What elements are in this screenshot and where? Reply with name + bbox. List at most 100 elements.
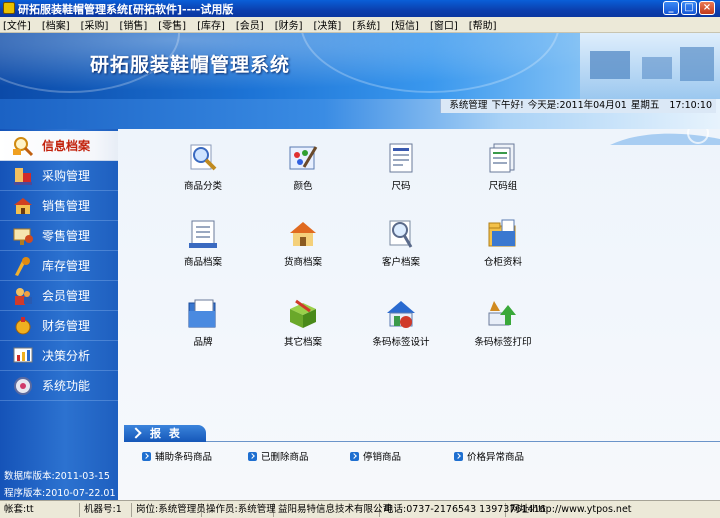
sidebar-item-inventory[interactable]: 库存管理: [0, 251, 118, 281]
menu-sales[interactable]: [销售]: [119, 17, 147, 32]
sidebar-item-label: 库存管理: [42, 259, 91, 273]
arrow-bullet-icon: [142, 451, 151, 461]
sales-icon: [14, 197, 32, 214]
sidebar-item-system[interactable]: 系统功能: [0, 371, 118, 401]
divider: [206, 441, 720, 442]
arrow-bullet-icon: [350, 451, 359, 461]
arrow-bullet-icon: [248, 451, 257, 461]
db-version: 数据库版本:2011-03-15: [4, 471, 110, 482]
warehouse-folder-icon: [488, 219, 516, 247]
sidebar-item-info-archive[interactable]: 信息档案: [0, 131, 118, 161]
menu-archive[interactable]: [档案]: [42, 17, 70, 32]
today-date: 今天是:2011年04月01: [527, 100, 627, 111]
status-bar: 帐套:tt 机器号:1 岗位:系统管理员 操作员:系统管理 益阳易特信息技术有限…: [0, 500, 720, 518]
menu-sms[interactable]: [短信]: [391, 17, 419, 32]
sidebar-item-label: 信息档案: [42, 139, 91, 153]
supplier-icon: [290, 222, 316, 246]
tile-product-category[interactable]: 商品分类: [158, 141, 248, 192]
chevron-icon: [130, 427, 142, 439]
sidebar-item-purchase[interactable]: 采购管理: [0, 161, 118, 191]
menu-finance[interactable]: [财务]: [275, 17, 303, 32]
member-icon: [15, 287, 32, 305]
inventory-icon: [15, 256, 30, 276]
other-box-icon: [290, 299, 316, 328]
product-file-icon: [189, 220, 217, 248]
menu-member[interactable]: [会员]: [236, 17, 264, 32]
sidebar-item-label: 会员管理: [42, 289, 91, 303]
menu-file[interactable]: [文件]: [3, 17, 31, 32]
operator: 操作员:系统管理: [202, 502, 276, 517]
report-link-discontinued[interactable]: 停销商品: [350, 449, 401, 463]
tile-supplier-file[interactable]: 货商档案: [258, 217, 348, 268]
size-document-icon: [389, 143, 413, 173]
menu-system[interactable]: [系统]: [352, 17, 380, 32]
tile-brand[interactable]: 品牌: [158, 297, 248, 348]
sidebar-item-label: 零售管理: [42, 229, 91, 243]
tile-size[interactable]: 尺码: [356, 141, 446, 192]
menu-window[interactable]: [窗口]: [430, 17, 458, 32]
brand-folder-icon: [188, 299, 216, 328]
maximize-button[interactable]: □: [681, 1, 697, 15]
app-icon: [3, 2, 15, 14]
website: 网址:http://www.ytpos.net: [510, 503, 632, 515]
report-link-label: 停销商品: [363, 452, 402, 463]
tile-label: 其它档案: [283, 337, 322, 348]
tile-label: 品牌: [193, 337, 213, 348]
tile-other-file[interactable]: 其它档案: [258, 297, 348, 348]
system-icon: [14, 376, 32, 395]
tile-customer-file[interactable]: 客户档案: [356, 217, 446, 268]
title-bar: 研拓服装鞋帽管理系统[研拓软件]----试用版 _ □ ×: [0, 0, 720, 17]
menu-retail[interactable]: [零售]: [158, 17, 186, 32]
weekday: 星期五: [630, 100, 660, 111]
greeting: 下午好!: [491, 100, 524, 111]
decor-wave: [610, 129, 720, 145]
app-version: 程序版本:2010-07-22.01: [4, 488, 116, 499]
tile-warehouse-info[interactable]: 仓柜资料: [458, 217, 548, 268]
close-button[interactable]: ×: [699, 1, 715, 15]
sidebar-item-finance[interactable]: 财务管理: [0, 311, 118, 341]
finance-icon: [15, 316, 31, 334]
tile-label: 商品档案: [183, 257, 222, 268]
menu-decision[interactable]: [决策]: [314, 17, 342, 32]
report-link-deleted[interactable]: 已删除商品: [248, 449, 309, 463]
store-interior-image: [580, 33, 720, 99]
purchase-icon: [14, 167, 32, 185]
account-set: 帐套:tt: [0, 502, 80, 517]
menu-purchase[interactable]: [采购]: [81, 17, 109, 32]
color-palette-icon: [289, 146, 318, 170]
minimize-button[interactable]: _: [663, 1, 679, 15]
sidebar: 信息档案 采购管理 销售管理 零售管理 库存管理 会员管理 财务管理 决策分析 …: [0, 129, 118, 500]
company: 益阳易特信息技术有限公司: [274, 502, 392, 517]
post: 岗位:系统管理员: [132, 502, 206, 517]
store-shelf: [680, 47, 714, 81]
tile-size-group[interactable]: 尺码组: [458, 141, 548, 192]
tile-barcode-design[interactable]: 条码标签设计: [356, 297, 446, 348]
sidebar-item-sales[interactable]: 销售管理: [0, 191, 118, 221]
menu-help[interactable]: [帮助]: [469, 17, 497, 32]
sidebar-item-member[interactable]: 会员管理: [0, 281, 118, 311]
retail-icon: [13, 228, 33, 245]
arrow-bullet-icon: [454, 451, 463, 461]
category-search-icon: [190, 144, 217, 171]
tile-color[interactable]: 颜色: [258, 141, 348, 192]
status-strip: 系统管理 下午好! 今天是:2011年04月01 星期五 17:10:10: [0, 99, 720, 129]
tile-label: 仓柜资料: [483, 257, 522, 268]
info-archive-icon: [13, 136, 34, 156]
sidebar-item-decision[interactable]: 决策分析: [0, 341, 118, 371]
report-link-abnormal-price[interactable]: 价格异常商品: [454, 449, 524, 463]
tile-label: 条码标签设计: [372, 337, 430, 348]
current-user: 系统管理: [449, 100, 488, 111]
session-info: 系统管理 下午好! 今天是:2011年04月01 星期五 17:10:10: [440, 99, 716, 113]
app-title: 研拓服装鞋帽管理系统: [90, 54, 291, 76]
sidebar-item-retail[interactable]: 零售管理: [0, 221, 118, 251]
decision-icon: [13, 347, 33, 362]
size-group-icon: [489, 143, 515, 173]
report-link-aux-barcode[interactable]: 辅助条码商品: [142, 449, 212, 463]
tile-product-file[interactable]: 商品档案: [158, 217, 248, 268]
tile-barcode-print[interactable]: 条码标签打印: [458, 297, 548, 348]
machine-number: 机器号:1: [80, 502, 132, 517]
reports-tab[interactable]: 报 表: [124, 425, 206, 442]
menu-inventory[interactable]: [库存]: [197, 17, 225, 32]
report-link-label: 已删除商品: [261, 452, 309, 463]
window-title: 研拓服装鞋帽管理系统[研拓软件]----试用版: [18, 3, 234, 16]
